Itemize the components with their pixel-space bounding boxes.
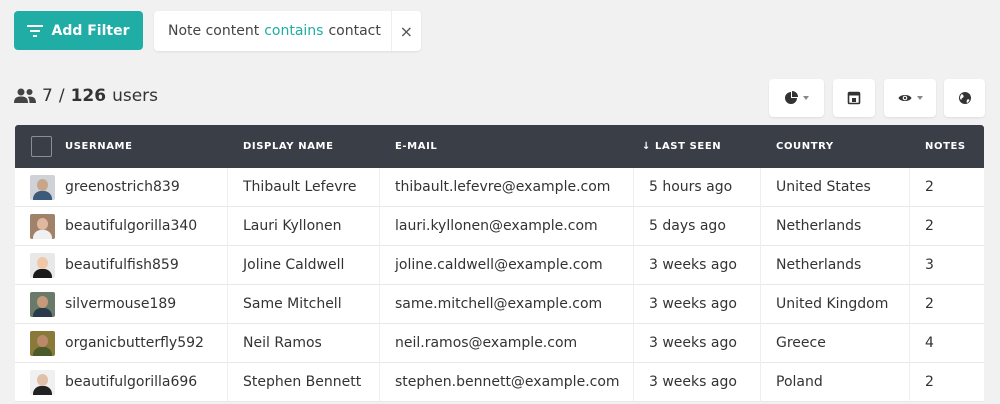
- chart-options-button[interactable]: [769, 79, 824, 117]
- remove-filter-button[interactable]: ×: [390, 11, 421, 51]
- table-row[interactable]: beautifulfish859 Joline Caldwell joline.…: [15, 245, 984, 285]
- cell-notes: 2: [925, 218, 934, 234]
- filter-description: Note content contains contact: [154, 23, 391, 39]
- visibility-options-button[interactable]: [884, 79, 936, 117]
- table-body: greenostrich839 Thibault Lefevre thibaul…: [15, 167, 984, 402]
- filter-value: contact: [328, 23, 381, 39]
- cell-last-seen: 3 weeks ago: [634, 362, 761, 402]
- cell-email: joline.caldwell@example.com: [380, 245, 634, 285]
- table-header: USERNAME DISPLAY NAME E-MAIL ↓ LAST SEEN…: [15, 125, 984, 168]
- sort-desc-icon: ↓: [642, 141, 651, 152]
- column-display-name[interactable]: DISPLAY NAME: [228, 125, 380, 168]
- cell-notes: 2: [925, 296, 934, 312]
- cell-notes: 4: [925, 335, 934, 351]
- cell-country: Greece: [761, 323, 910, 363]
- cell-last-seen: 3 weeks ago: [634, 245, 761, 285]
- cell-country: Netherlands: [761, 245, 910, 285]
- username[interactable]: greenostrich839: [65, 179, 180, 195]
- shown-count: 7: [42, 86, 53, 106]
- table-row[interactable]: silvermouse189 Same Mitchell same.mitche…: [15, 284, 984, 324]
- username[interactable]: organicbutterfly592: [65, 335, 204, 351]
- globe-icon: [958, 92, 971, 104]
- table-row[interactable]: greenostrich839 Thibault Lefevre thibaul…: [15, 167, 984, 207]
- export-icon: [847, 91, 861, 105]
- table-row[interactable]: beautifulgorilla696 Stephen Bennett step…: [15, 362, 984, 402]
- cell-email: same.mitchell@example.com: [380, 284, 634, 324]
- active-filter-chip[interactable]: Note content contains contact ×: [154, 11, 421, 51]
- avatar: [30, 252, 55, 278]
- cell-username: beautifulfish859: [15, 245, 228, 285]
- total-count: 126: [70, 86, 107, 106]
- cell-country: United Kingdom: [761, 284, 910, 324]
- filter-field: Note content: [168, 23, 260, 39]
- select-all-checkbox[interactable]: [31, 136, 52, 157]
- avatar: [30, 174, 55, 200]
- cell-country: Netherlands: [761, 206, 910, 246]
- cell-email: lauri.kyllonen@example.com: [380, 206, 634, 246]
- cell-notes: 3: [925, 257, 934, 273]
- globe-button[interactable]: [944, 79, 985, 117]
- avatar: [30, 369, 55, 395]
- filter-icon: [27, 24, 44, 37]
- cell-last-seen: 5 days ago: [634, 206, 761, 246]
- cell-username: beautifulgorilla340: [15, 206, 228, 246]
- username[interactable]: beautifulfish859: [65, 257, 179, 273]
- column-label: LAST SEEN: [654, 141, 722, 152]
- cell-email: thibault.lefevre@example.com: [380, 167, 634, 207]
- column-email[interactable]: E-MAIL: [380, 125, 634, 168]
- column-label: USERNAME: [65, 141, 133, 152]
- filter-operator: contains: [264, 23, 324, 39]
- users-icon: [14, 88, 36, 103]
- add-filter-label: Add Filter: [51, 22, 130, 39]
- table-row[interactable]: beautifulgorilla340 Lauri Kyllonen lauri…: [15, 206, 984, 246]
- avatar: [30, 291, 55, 317]
- cell-last-seen: 3 weeks ago: [634, 323, 761, 363]
- cell-username: organicbutterfly592: [15, 323, 228, 363]
- cell-notes: 2: [925, 374, 934, 390]
- cell-country: United States: [761, 167, 910, 207]
- column-last-seen[interactable]: ↓ LAST SEEN: [634, 125, 761, 168]
- export-button[interactable]: [833, 79, 875, 117]
- chevron-down-icon: [803, 96, 809, 100]
- avatar: [30, 213, 55, 239]
- column-notes[interactable]: NOTES: [910, 125, 984, 168]
- cell-last-seen: 5 hours ago: [634, 167, 761, 207]
- add-filter-button[interactable]: Add Filter: [14, 11, 143, 50]
- count-separator: /: [58, 86, 65, 106]
- avatar: [30, 330, 55, 356]
- cell-email: stephen.bennett@example.com: [380, 362, 634, 402]
- cell-notes: 2: [925, 179, 934, 195]
- count-unit: users: [112, 86, 158, 106]
- cell-display-name: Same Mitchell: [228, 284, 380, 324]
- chevron-down-icon: [916, 96, 923, 100]
- users-table: USERNAME DISPLAY NAME E-MAIL ↓ LAST SEEN…: [15, 125, 984, 402]
- cell-country: Poland: [761, 362, 910, 402]
- cell-last-seen: 3 weeks ago: [634, 284, 761, 324]
- username[interactable]: silvermouse189: [65, 296, 176, 312]
- cell-email: neil.ramos@example.com: [380, 323, 634, 363]
- cell-username: beautifulgorilla696: [15, 362, 228, 402]
- cell-display-name: Joline Caldwell: [228, 245, 380, 285]
- cell-display-name: Lauri Kyllonen: [228, 206, 380, 246]
- column-country[interactable]: COUNTRY: [761, 125, 910, 168]
- cell-display-name: Thibault Lefevre: [228, 167, 380, 207]
- username[interactable]: beautifulgorilla340: [65, 218, 197, 234]
- chart-pie-icon: [785, 91, 798, 104]
- cell-username: greenostrich839: [15, 167, 228, 207]
- column-username[interactable]: USERNAME: [15, 125, 228, 168]
- table-row[interactable]: organicbutterfly592 Neil Ramos neil.ramo…: [15, 323, 984, 363]
- user-count: 7 / 126 users: [14, 86, 158, 106]
- cell-display-name: Stephen Bennett: [228, 362, 380, 402]
- username[interactable]: beautifulgorilla696: [65, 374, 197, 390]
- cell-display-name: Neil Ramos: [228, 323, 380, 363]
- eye-icon: [898, 95, 911, 101]
- cell-username: silvermouse189: [15, 284, 228, 324]
